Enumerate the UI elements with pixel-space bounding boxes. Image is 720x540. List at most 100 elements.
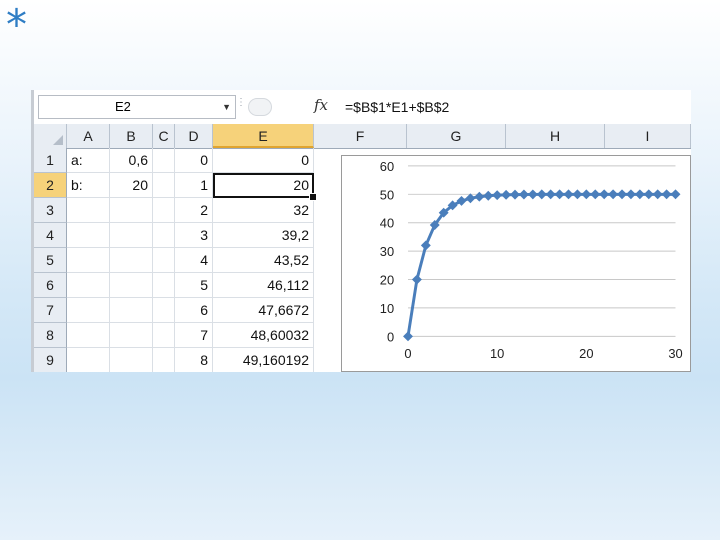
cell-c8[interactable] <box>153 323 175 348</box>
select-all-corner[interactable] <box>34 124 67 148</box>
name-box[interactable]: E2 ▼ <box>38 95 236 119</box>
cell-d8[interactable]: 7 <box>175 323 213 348</box>
cell-a7[interactable] <box>67 298 110 323</box>
cell-a8[interactable] <box>67 323 110 348</box>
fill-handle[interactable] <box>309 193 317 201</box>
cell-c6[interactable] <box>153 273 175 298</box>
row-header[interactable]: 8 <box>34 323 67 348</box>
formula-bar: E2 ▼ ⋮ fx =$B$1*E1+$B$2 <box>34 90 691 125</box>
column-header-b[interactable]: B <box>110 124 153 148</box>
row-header[interactable]: 7 <box>34 298 67 323</box>
cell-c7[interactable] <box>153 298 175 323</box>
cell-c5[interactable] <box>153 248 175 273</box>
row-header[interactable]: 5 <box>34 248 67 273</box>
chevron-down-icon[interactable]: ▼ <box>222 96 231 118</box>
row-header[interactable]: 1 <box>34 148 67 173</box>
corner-star-glyph: * <box>6 0 27 49</box>
cell-b4[interactable] <box>110 223 153 248</box>
data-point <box>492 190 503 201</box>
row-header[interactable]: 9 <box>34 348 67 372</box>
cell-e2[interactable]: 20 <box>213 173 314 198</box>
row-header[interactable]: 4 <box>34 223 67 248</box>
sheet-row: 2 b: 20 1 20 <box>34 173 344 201</box>
sheet-row: 9 8 49,160192 <box>34 348 344 372</box>
sheet-row: 5 4 43,52 <box>34 248 344 273</box>
data-point <box>545 189 556 200</box>
x-tick-label: 30 <box>668 346 682 361</box>
column-header-e[interactable]: E <box>213 124 314 148</box>
row-header[interactable]: 3 <box>34 198 67 223</box>
cell-b9[interactable] <box>110 348 153 372</box>
cell-e9[interactable]: 49,160192 <box>213 348 314 372</box>
cell-a9[interactable] <box>67 348 110 372</box>
cell-d6[interactable]: 5 <box>175 273 213 298</box>
column-header-a[interactable]: A <box>67 124 110 148</box>
cell-e6[interactable]: 46,112 <box>213 273 314 298</box>
cell-e7[interactable]: 47,6672 <box>213 298 314 323</box>
cell-c2[interactable] <box>153 173 175 198</box>
row-header[interactable]: 2 <box>34 173 67 198</box>
insert-function-icon[interactable]: fx <box>314 96 328 114</box>
data-point <box>403 331 413 342</box>
data-point <box>563 189 574 200</box>
resize-grip-icon[interactable]: ⋮ <box>236 98 246 115</box>
data-point <box>617 189 627 200</box>
cell-d7[interactable]: 6 <box>175 298 213 323</box>
data-point <box>510 189 520 200</box>
cell-b2[interactable]: 20 <box>110 173 153 198</box>
cell-e1[interactable]: 0 <box>213 148 314 173</box>
cell-a3[interactable] <box>67 198 110 223</box>
column-header-c[interactable]: C <box>153 124 175 148</box>
column-headers: ABCDEFGHI <box>34 124 691 149</box>
cell-c4[interactable] <box>153 223 175 248</box>
name-box-value: E2 <box>115 99 131 114</box>
data-point <box>483 190 494 201</box>
column-header-g[interactable]: G <box>407 124 506 148</box>
cell-d2[interactable]: 1 <box>175 173 213 198</box>
cell-d4[interactable]: 3 <box>175 223 213 248</box>
cell-b8[interactable] <box>110 323 153 348</box>
cell-b1[interactable]: 0,6 <box>110 148 153 173</box>
cell-a6[interactable] <box>67 273 110 298</box>
formula-toggle-icon[interactable] <box>248 98 272 116</box>
sheet-row: 4 3 39,2 <box>34 223 344 248</box>
excel-window: E2 ▼ ⋮ fx =$B$1*E1+$B$2 ABCDEFGHI 1 a: 0,6… <box>31 90 691 372</box>
cell-d1[interactable]: 0 <box>175 148 213 173</box>
column-header-d[interactable]: D <box>175 124 213 148</box>
cell-b6[interactable] <box>110 273 153 298</box>
cell-d5[interactable]: 4 <box>175 248 213 273</box>
data-point <box>581 189 592 200</box>
cell-d9[interactable]: 8 <box>175 348 213 372</box>
cell-a1[interactable]: a: <box>67 148 110 173</box>
cell-c1[interactable] <box>153 148 175 173</box>
cell-a2[interactable]: b: <box>67 173 110 198</box>
formula-input[interactable]: =$B$1*E1+$B$2 <box>341 95 690 119</box>
data-point <box>554 189 565 200</box>
data-point <box>599 189 610 200</box>
cell-b5[interactable] <box>110 248 153 273</box>
sheet-row: 8 7 48,60032 <box>34 323 344 348</box>
cell-a4[interactable] <box>67 223 110 248</box>
y-tick-label: 40 <box>380 216 394 231</box>
column-header-h[interactable]: H <box>506 124 605 148</box>
cell-a5[interactable] <box>67 248 110 273</box>
y-tick-label: 30 <box>380 244 394 259</box>
x-tick-label: 20 <box>579 346 593 361</box>
cell-e4[interactable]: 39,2 <box>213 223 314 248</box>
line-chart[interactable]: 0 10 20 30 40 50 60 0 10 20 30 <box>341 155 691 372</box>
data-point <box>572 189 583 200</box>
cell-b3[interactable] <box>110 198 153 223</box>
cell-c3[interactable] <box>153 198 175 223</box>
cell-e5[interactable]: 43,52 <box>213 248 314 273</box>
data-point <box>652 189 663 200</box>
cell-b7[interactable] <box>110 298 153 323</box>
cell-e8[interactable]: 48,60032 <box>213 323 314 348</box>
row-header[interactable]: 6 <box>34 273 67 298</box>
data-point <box>661 189 672 200</box>
cell-e3[interactable]: 32 <box>213 198 314 223</box>
cell-c9[interactable] <box>153 348 175 372</box>
column-header-f[interactable]: F <box>314 124 407 148</box>
cell-d3[interactable]: 2 <box>175 198 213 223</box>
column-header-i[interactable]: I <box>605 124 691 148</box>
formula-controls: fx <box>248 96 334 118</box>
